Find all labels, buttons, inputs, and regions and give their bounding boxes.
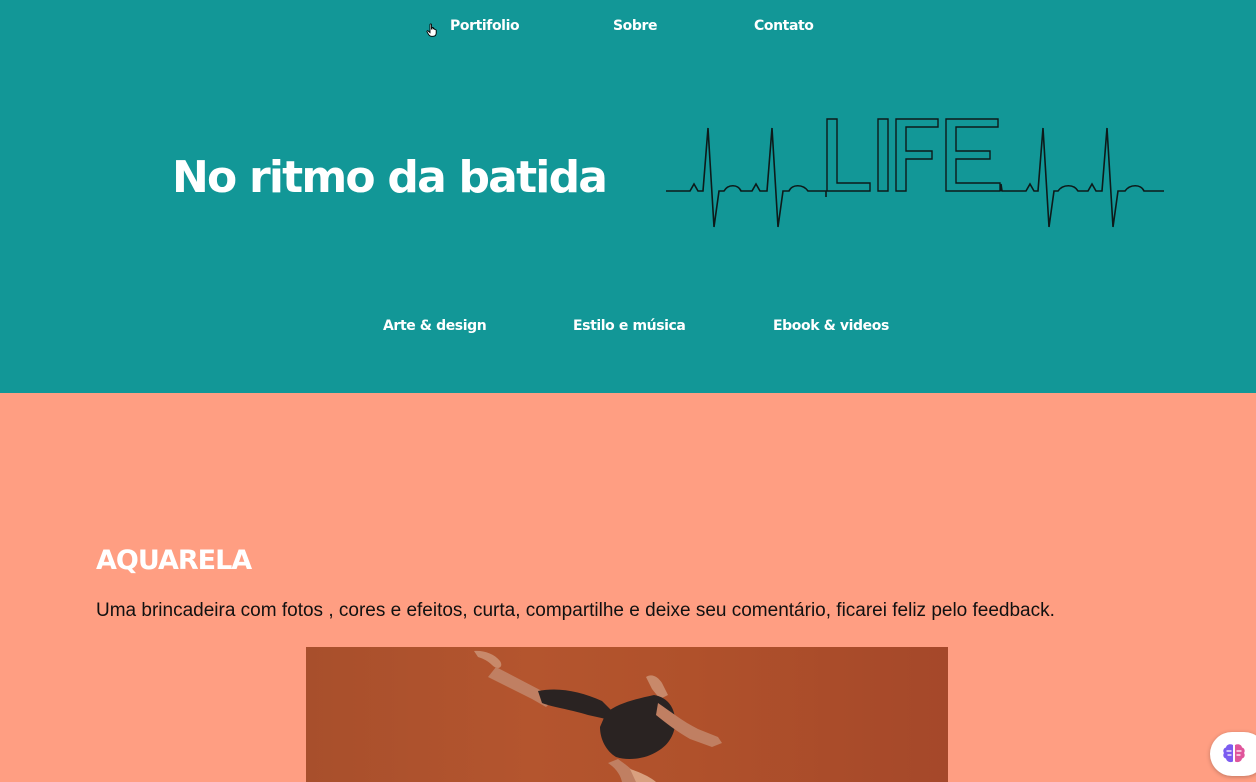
nav-link-contato[interactable]: Contato	[754, 18, 814, 34]
sub-nav-estilo-musica[interactable]: Estilo e música	[573, 318, 686, 334]
hand-pointer-icon	[426, 23, 437, 37]
brain-icon	[1223, 744, 1245, 763]
section-description: Uma brincadeira com fotos , cores e efei…	[96, 600, 1055, 621]
nav-link-sobre[interactable]: Sobre	[613, 18, 658, 34]
assistant-button[interactable]	[1210, 732, 1256, 776]
sub-nav-arte-design[interactable]: Arte & design	[383, 318, 487, 334]
yoga-photo	[306, 647, 948, 782]
section-title: AQUARELA	[96, 545, 252, 576]
content-section: AQUARELA Uma brincadeira com fotos , cor…	[0, 393, 1256, 782]
top-nav: Portifolio Sobre Contato	[0, 0, 1256, 56]
sub-nav-ebook-videos[interactable]: Ebook & videos	[773, 318, 889, 334]
life-logo-text	[826, 118, 1001, 192]
nav-link-portifolio[interactable]: Portifolio	[450, 18, 520, 34]
header: Portifolio Sobre Contato No ritmo da bat…	[0, 0, 1256, 393]
hero-title: No ritmo da batida	[172, 152, 608, 203]
yoga-figure-illustration	[474, 650, 722, 782]
